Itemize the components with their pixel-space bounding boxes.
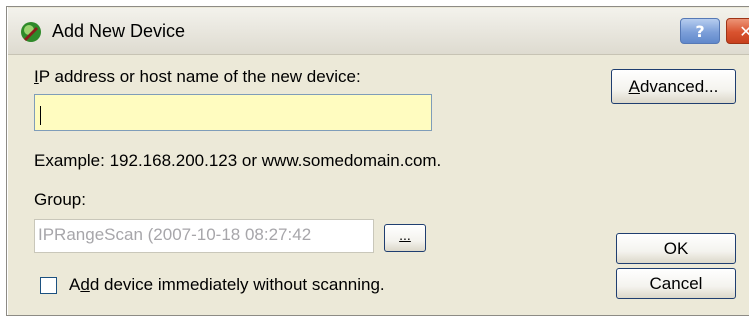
ip-address-input[interactable] (34, 94, 432, 131)
close-icon: ✕ (739, 21, 749, 41)
close-button[interactable]: ✕ (726, 18, 749, 44)
ok-button[interactable]: OK (616, 233, 736, 264)
text-caret (40, 106, 41, 125)
add-device-dialog: Add New Device ? ✕ IP address or host na… (6, 6, 749, 316)
advanced-button[interactable]: Advanced... (611, 69, 736, 104)
title-bar[interactable]: Add New Device ? ✕ (8, 8, 749, 55)
browse-group-button[interactable]: ... (384, 224, 426, 252)
help-button[interactable]: ? (680, 18, 720, 44)
device-globe-icon (21, 22, 41, 42)
scan-immediately-checkbox[interactable] (40, 277, 57, 294)
ip-address-label: IP address or host name of the new devic… (34, 67, 361, 86)
group-field: IPRangeScan (2007-10-18 08:27:42 (34, 219, 374, 253)
cancel-button[interactable]: Cancel (616, 268, 736, 299)
help-icon: ? (695, 21, 705, 41)
checkbox-label[interactable]: Add device immediately without scanning. (69, 275, 385, 295)
window-title: Add New Device (52, 21, 186, 41)
group-label: Group: (34, 190, 86, 209)
example-text: Example: 192.168.200.123 or www.somedoma… (34, 151, 442, 170)
